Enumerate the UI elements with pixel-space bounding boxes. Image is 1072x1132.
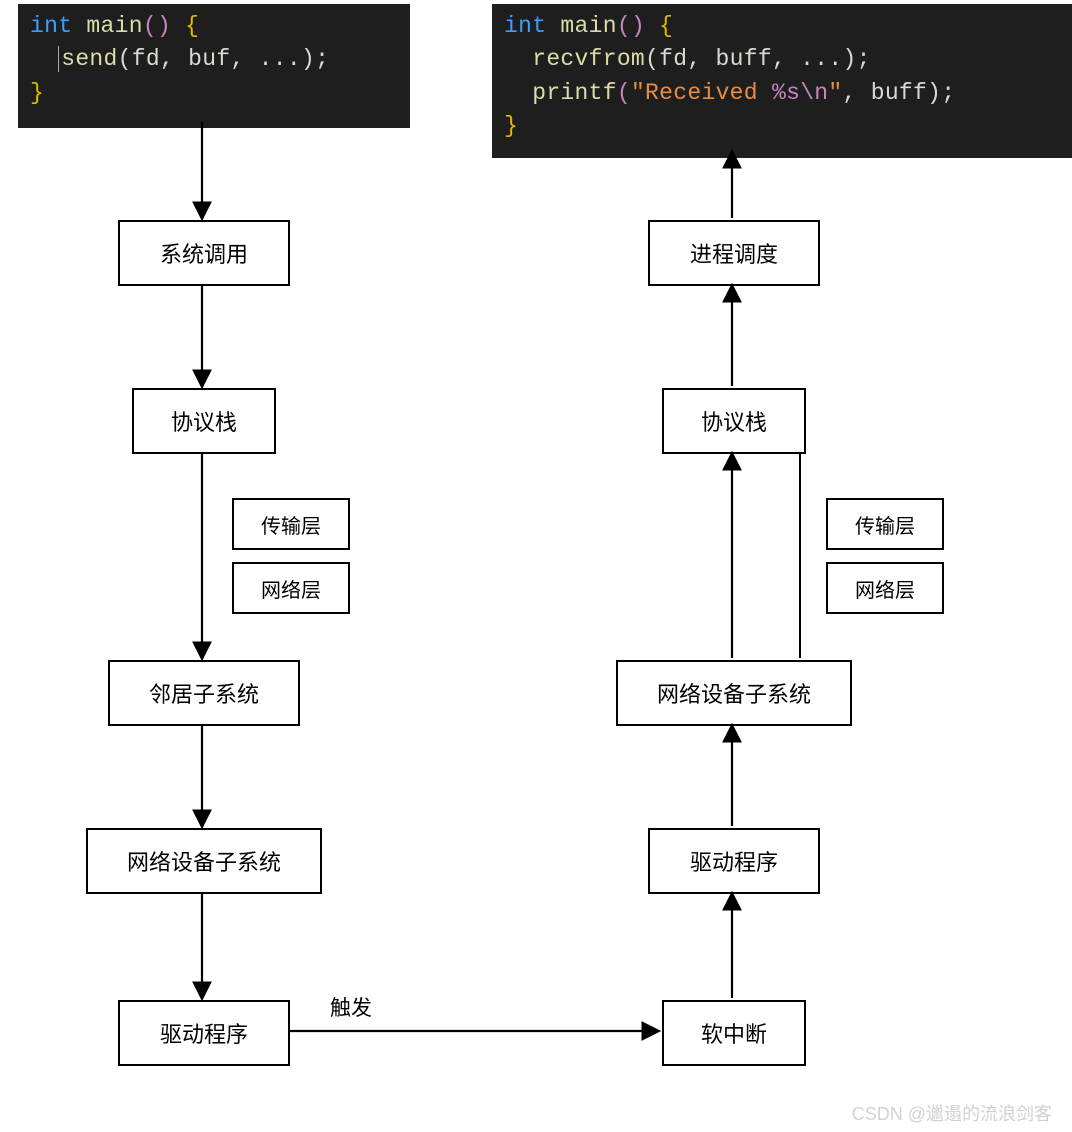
node-transport-left: 传输层 bbox=[232, 498, 350, 550]
brace-close-r: } bbox=[504, 113, 518, 139]
node-network-left: 网络层 bbox=[232, 562, 350, 614]
label: 传输层 bbox=[261, 510, 321, 539]
semi2: ; bbox=[857, 46, 871, 72]
label: 协议栈 bbox=[171, 405, 237, 437]
paren: () bbox=[143, 13, 171, 39]
node-sched: 进程调度 bbox=[648, 220, 820, 286]
paren-r: () bbox=[617, 13, 645, 39]
str-esc: %s\n bbox=[772, 80, 828, 106]
node-driver-right: 驱动程序 bbox=[648, 828, 820, 894]
label: 传输层 bbox=[855, 510, 915, 539]
node-netdev-left: 网络设备子系统 bbox=[86, 828, 322, 894]
args-recvfrom: (fd, buff, ...) bbox=[645, 46, 857, 72]
label: 网络层 bbox=[855, 574, 915, 603]
node-netdev-right: 网络设备子系统 bbox=[616, 660, 852, 726]
label: 网络设备子系统 bbox=[127, 845, 281, 877]
fn-printf: printf bbox=[532, 80, 617, 106]
node-driver-left: 驱动程序 bbox=[118, 1000, 290, 1066]
fn-main-r: main bbox=[560, 13, 616, 39]
label: 系统调用 bbox=[160, 237, 248, 269]
label: 驱动程序 bbox=[160, 1017, 248, 1049]
brace-open: { bbox=[185, 13, 199, 39]
code-recv: int main() { recvfrom(fd, buff, ...); pr… bbox=[492, 4, 1072, 158]
diagram-stage: int main() { send(fd, buf, ...); } int m… bbox=[0, 0, 1072, 1132]
node-neighbor: 邻居子系统 bbox=[108, 660, 300, 726]
args-send: (fd, buf, ...) bbox=[118, 46, 315, 72]
node-syscall: 系统调用 bbox=[118, 220, 290, 286]
label: 邻居子系统 bbox=[149, 677, 259, 709]
fn-main: main bbox=[86, 13, 142, 39]
code-send: int main() { send(fd, buf, ...); } bbox=[18, 4, 410, 128]
label: 协议栈 bbox=[701, 405, 767, 437]
kw-int: int bbox=[30, 13, 72, 39]
node-transport-right: 传输层 bbox=[826, 498, 944, 550]
node-stack-right: 协议栈 bbox=[662, 388, 806, 454]
label: 进程调度 bbox=[690, 237, 778, 269]
paren-open: ( bbox=[617, 80, 631, 106]
node-softirq: 软中断 bbox=[662, 1000, 806, 1066]
str-part2: " bbox=[828, 80, 842, 106]
watermark: CSDN @邋遢的流浪剑客 bbox=[852, 1100, 1052, 1126]
fn-recvfrom: recvfrom bbox=[532, 46, 645, 72]
semi3: ; bbox=[941, 80, 955, 106]
semi: ; bbox=[315, 46, 329, 72]
args-printf: , buff) bbox=[843, 80, 942, 106]
node-network-right: 网络层 bbox=[826, 562, 944, 614]
str-part1: "Received bbox=[631, 80, 772, 106]
edge-label-trigger: 触发 bbox=[330, 992, 372, 1022]
label: 网络层 bbox=[261, 574, 321, 603]
fn-send: send bbox=[61, 46, 117, 72]
label: 驱动程序 bbox=[690, 845, 778, 877]
brace-close: } bbox=[30, 80, 44, 106]
kw-int-r: int bbox=[504, 13, 546, 39]
brace-open-r: { bbox=[659, 13, 673, 39]
label: 软中断 bbox=[701, 1017, 767, 1049]
label: 网络设备子系统 bbox=[657, 677, 811, 709]
node-stack-left: 协议栈 bbox=[132, 388, 276, 454]
